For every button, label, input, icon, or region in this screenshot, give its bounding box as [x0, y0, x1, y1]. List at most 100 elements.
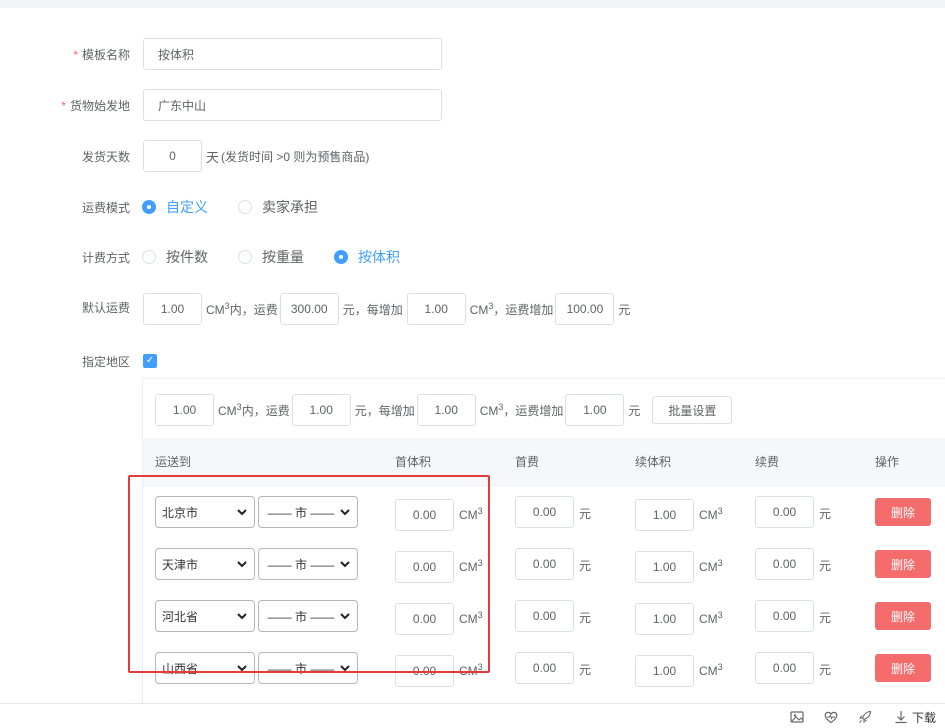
extra-fee-input[interactable]: 0.00 — [755, 652, 814, 684]
unit-yuan: 元 — [579, 663, 592, 677]
freight-mode-group: 自定义 卖家承担 — [142, 197, 348, 217]
check-icon: ✓ — [145, 355, 155, 366]
delete-button[interactable]: 删除 — [875, 602, 931, 630]
first-fee-input[interactable]: 0.00 — [515, 496, 574, 528]
batch-extra-amount-input[interactable]: 1.00 — [416, 394, 476, 426]
chevron-down-icon — [340, 665, 350, 672]
batch-extra-fee-input[interactable]: 1.00 — [565, 394, 625, 426]
template-name-input[interactable]: 按体积 — [143, 38, 442, 70]
radio-dot-icon — [238, 200, 252, 214]
default-extra-fee-input[interactable]: 100.00 — [555, 293, 615, 325]
delete-button[interactable]: 删除 — [875, 550, 931, 578]
extra-fee-input[interactable]: 0.00 — [755, 496, 814, 528]
province-select[interactable]: 北京市 — [155, 496, 255, 528]
heart-pulse-icon[interactable] — [823, 709, 839, 725]
first-fee-input[interactable]: 0.00 — [515, 652, 574, 684]
unit-yuan: 元 — [819, 611, 832, 625]
unit-yuan: 元 — [579, 611, 592, 625]
unit-cm: CM3 — [699, 558, 723, 574]
first-volume-input[interactable]: 0.00 — [395, 655, 454, 687]
unit-cm: CM3 — [459, 610, 483, 626]
designated-area-row: 指定地区 ✓ — [0, 353, 157, 369]
radio-by-count[interactable]: 按件数 — [142, 247, 208, 267]
radio-custom[interactable]: 自定义 — [142, 197, 208, 217]
freight-mode-label: 运费模式 — [81, 200, 130, 215]
radio-dot-icon — [142, 250, 156, 264]
first-fee-input[interactable]: 0.00 — [515, 600, 574, 632]
extra-volume-input[interactable]: 1.00 — [635, 499, 694, 531]
download-icon[interactable] — [893, 709, 909, 725]
header-extra-volume: 续体积 — [635, 455, 672, 469]
unit-yuan: 元 — [579, 559, 592, 573]
table-header: 运送到 首体积 首费 续体积 续费 操作 — [143, 438, 945, 486]
required-mark: * — [73, 47, 78, 62]
batch-first-fee-input[interactable]: 1.00 — [291, 394, 351, 426]
delete-button[interactable]: 删除 — [875, 654, 931, 682]
first-volume-input[interactable]: 0.00 — [395, 603, 454, 635]
radio-dot-icon — [334, 250, 348, 264]
origin-input[interactable]: 广东中山 — [143, 89, 442, 121]
top-bar — [0, 0, 945, 8]
origin-label: 货物始发地 — [69, 98, 130, 113]
image-icon[interactable] — [789, 709, 805, 725]
ship-days-unit: 天 — [206, 149, 220, 165]
city-select[interactable]: —— 市 —— — [258, 496, 358, 528]
billing-method-row: 计费方式 按件数 按重量 按体积 — [0, 248, 430, 266]
chevron-down-icon — [237, 665, 247, 672]
city-select[interactable]: —— 市 —— — [258, 600, 358, 632]
designated-area-label: 指定地区 — [81, 354, 130, 369]
province-select[interactable]: 天津市 — [155, 548, 255, 580]
default-freight-label: 默认运费 — [81, 301, 130, 315]
chevron-down-icon — [237, 613, 247, 620]
extra-volume-input[interactable]: 1.00 — [635, 655, 694, 687]
batch-set-button[interactable]: 批量设置 — [652, 396, 733, 424]
rocket-icon[interactable] — [857, 709, 873, 725]
unit-cm: CM3 — [699, 506, 723, 522]
header-destination: 运送到 — [155, 455, 192, 469]
first-volume-input[interactable]: 0.00 — [395, 551, 454, 583]
default-first-amount-input[interactable]: 1.00 — [143, 293, 202, 325]
unit-yuan: 元 — [819, 559, 832, 573]
unit-yuan: 元 — [819, 507, 832, 521]
ship-days-input[interactable]: 0 — [143, 140, 202, 172]
default-first-fee-input[interactable]: 300.00 — [279, 293, 339, 325]
default-extra-amount-input[interactable]: 1.00 — [406, 293, 466, 325]
unit-cm: CM3 — [459, 662, 483, 678]
chevron-down-icon — [237, 561, 247, 568]
unit-yuan: 元 — [579, 507, 592, 521]
extra-volume-input[interactable]: 1.00 — [635, 551, 694, 583]
extra-fee-input[interactable]: 0.00 — [755, 600, 814, 632]
default-freight-row: 默认运费 1.00 CM3内，运费 300.00 元，每增加 1.00 CM3，… — [0, 293, 630, 325]
extra-fee-input[interactable]: 0.00 — [755, 548, 814, 580]
province-select[interactable]: 山西省 — [155, 652, 255, 684]
billing-method-label: 计费方式 — [81, 250, 130, 265]
unit-cm: CM3 — [699, 610, 723, 626]
download-label[interactable]: 下载 — [912, 709, 936, 726]
freight-mode-row: 运费模式 自定义 卖家承担 — [0, 198, 348, 216]
chevron-down-icon — [340, 561, 350, 568]
radio-by-weight[interactable]: 按重量 — [238, 247, 304, 267]
chevron-down-icon — [340, 509, 350, 516]
radio-seller-pays[interactable]: 卖家承担 — [238, 197, 318, 217]
unit-cm: CM — [206, 302, 225, 317]
delete-button[interactable]: 删除 — [875, 498, 931, 526]
designated-area-checkbox[interactable]: ✓ — [143, 354, 157, 368]
header-first-volume: 首体积 — [395, 455, 432, 469]
first-volume-input[interactable]: 0.00 — [395, 499, 454, 531]
chevron-down-icon — [237, 509, 247, 516]
unit-cm: CM3 — [459, 558, 483, 574]
batch-row: 1.00 CM3内，运费 1.00 元，每增加 1.00 CM3，运费增加 1.… — [155, 394, 733, 426]
radio-dot-icon — [142, 200, 156, 214]
city-select[interactable]: —— 市 —— — [258, 548, 358, 580]
footer-toolbar: 下载 — [0, 703, 945, 728]
first-fee-input[interactable]: 0.00 — [515, 548, 574, 580]
extra-volume-input[interactable]: 1.00 — [635, 603, 694, 635]
province-select[interactable]: 河北省 — [155, 600, 255, 632]
unit-cm: CM3 — [699, 662, 723, 678]
required-mark: * — [61, 98, 66, 113]
radio-by-volume[interactable]: 按体积 — [334, 247, 400, 267]
chevron-down-icon — [340, 613, 350, 620]
city-select[interactable]: —— 市 —— — [258, 652, 358, 684]
batch-first-amount-input[interactable]: 1.00 — [155, 394, 214, 426]
ship-days-hint: (发货时间 >0 则为预售商品) — [221, 149, 370, 164]
